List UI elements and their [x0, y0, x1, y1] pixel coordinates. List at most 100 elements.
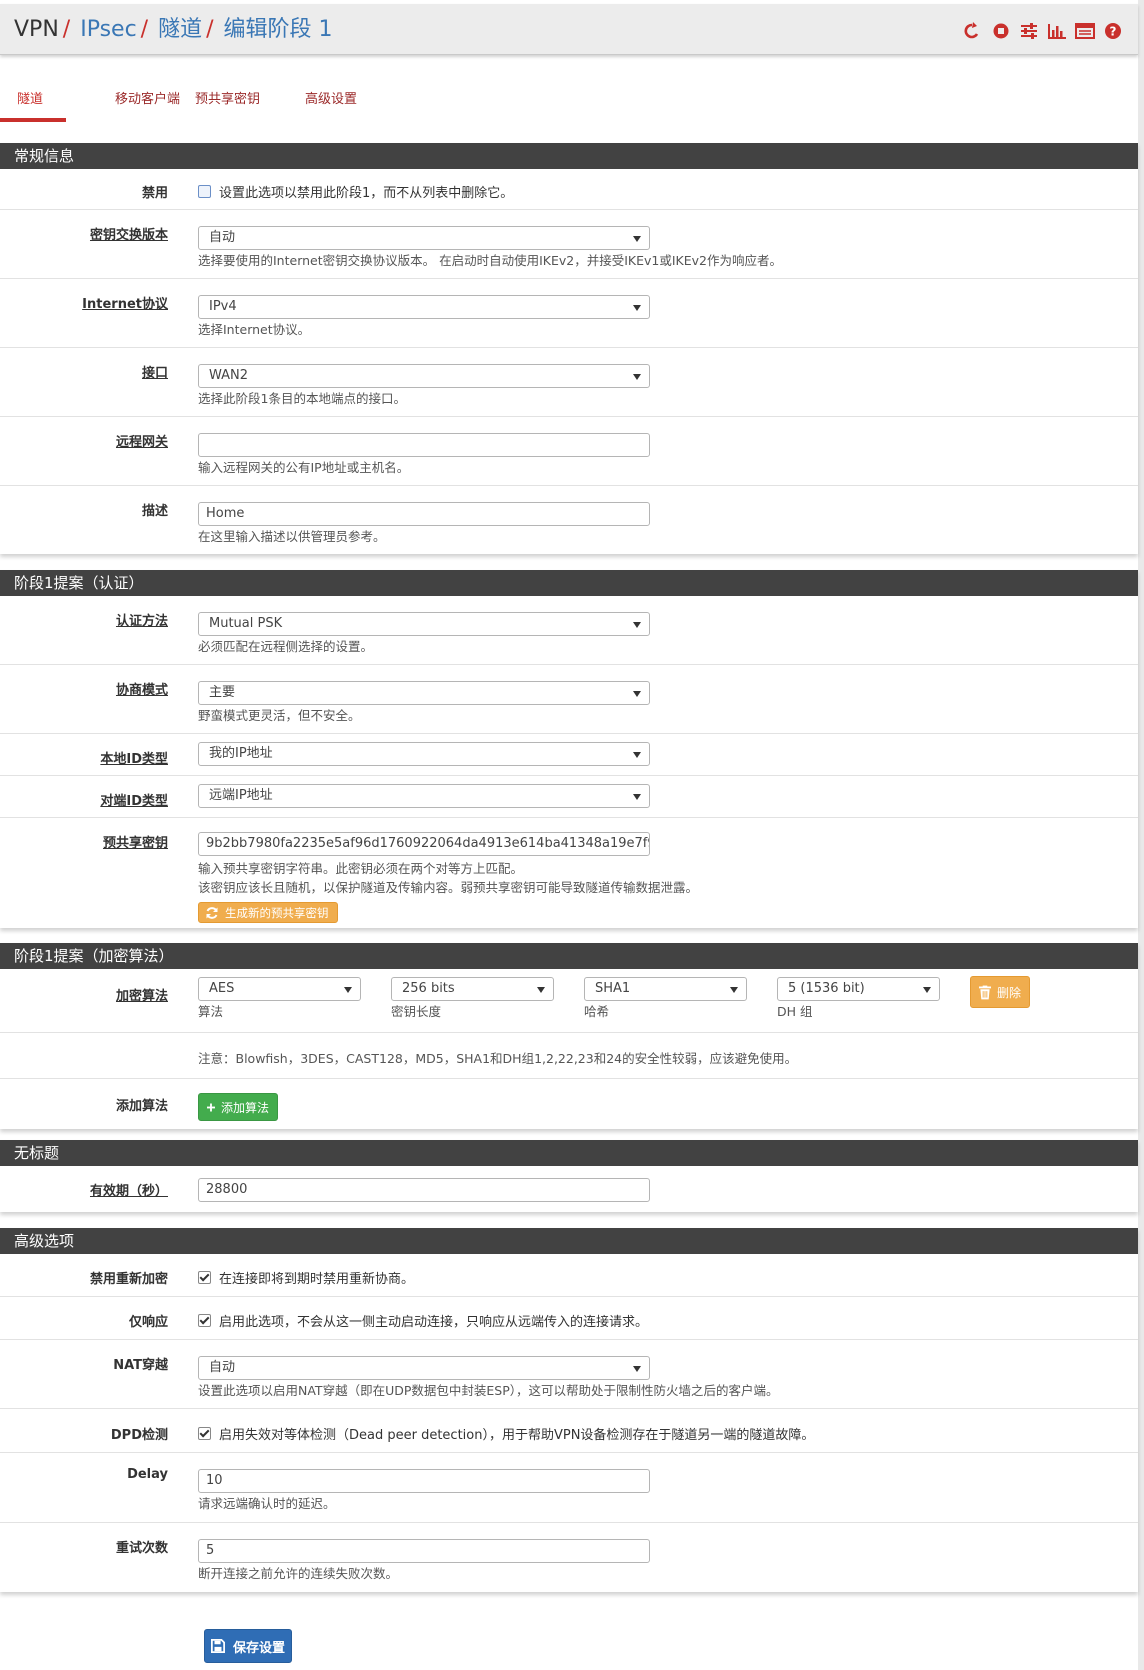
panel-general: 常规信息 禁用 设置此选项以禁用此阶段1，而不从列表中删除它。 密钥交换版本 自… — [0, 143, 1138, 554]
key-exchange-select[interactable]: 自动 — [198, 226, 650, 250]
row-retries: 重试次数 5 断开连接之前允许的连续失败次数。 — [0, 1523, 1138, 1592]
row-protocol: Internet协议 IPv4 选择Internet协议。 — [0, 279, 1138, 348]
interface-select[interactable]: WAN2 — [198, 364, 650, 388]
field-label: DPD检测 — [110, 1428, 168, 1443]
generate-psk-label: 生成新的预共享密钥 — [225, 905, 329, 920]
nat-traversal-select[interactable]: 自动 — [198, 1356, 650, 1380]
panel-title: 常规信息 — [0, 143, 1138, 169]
help-text: 断开连接之前允许的连续失败次数。 — [198, 1566, 399, 1581]
field-label: 加密算法 — [115, 989, 168, 1004]
remote-gateway-input[interactable] — [198, 433, 650, 457]
retries-input[interactable]: 5 — [198, 1539, 650, 1563]
help-text: 设置此选项以启用NAT穿越（即在UDP数据包中封装ESP），这可以帮助处于限制性… — [198, 1383, 779, 1398]
help-text: 请求远端确认时的延迟。 — [198, 1496, 336, 1511]
tab-tunnels[interactable]: 隧道 — [17, 88, 43, 107]
breadcrumb-ipsec[interactable]: IPsec — [80, 17, 136, 42]
auth-method-select[interactable]: Mutual PSK — [198, 612, 650, 636]
lifetime-input[interactable]: 28800 — [198, 1178, 650, 1202]
bar-chart-icon[interactable] — [1046, 21, 1068, 41]
help-text: 选择Internet协议。 — [198, 322, 311, 337]
breadcrumb-edit-phase1[interactable]: 编辑阶段 1 — [224, 17, 333, 42]
generate-psk-button[interactable]: 生成新的预共享密钥 — [198, 902, 338, 923]
field-label: Delay — [127, 1467, 168, 1482]
dh-group-select[interactable]: 5 (1536 bit) — [777, 977, 940, 1001]
tab-advanced-settings[interactable]: 高级设置 — [305, 88, 357, 107]
help-text: 选择此阶段1条目的本地端点的接口。 — [198, 391, 406, 406]
breadcrumb-separator: / — [140, 17, 149, 42]
log-icon[interactable] — [1074, 21, 1096, 41]
add-algorithm-button[interactable]: 添加算法 — [198, 1093, 278, 1121]
my-id-select[interactable]: 我的IP地址 — [198, 742, 650, 766]
field-label: 协商模式 — [115, 683, 168, 698]
rekey-checkbox[interactable] — [198, 1271, 211, 1284]
breadcrumb-tunnels[interactable]: 隧道 — [158, 17, 202, 42]
help-text: 在这里输入描述以供管理员参考。 — [198, 529, 386, 544]
checkbox-label: 设置此选项以禁用此阶段1，而不从列表中删除它。 — [219, 186, 514, 201]
field-label: 描述 — [141, 504, 168, 519]
row-nat-traversal: NAT穿越 自动 设置此选项以启用NAT穿越（即在UDP数据包中封装ESP），这… — [0, 1340, 1138, 1409]
help-text: 输入远程网关的公有IP地址或主机名。 — [198, 460, 410, 475]
stop-icon[interactable] — [990, 21, 1012, 41]
panel-untitled: 无标题 有效期（秒） 28800 — [0, 1140, 1138, 1212]
field-label: 对端ID类型 — [100, 794, 168, 809]
delete-algorithm-button[interactable]: 删除 — [970, 976, 1030, 1008]
breadcrumb-separator: / — [62, 17, 71, 42]
rekey-checkbox-row: 在连接即将到期时禁用重新协商。 — [198, 1268, 414, 1287]
row-responder-only: 仅响应 启用此选项，不会从这一侧主动启动连接，只响应从远端传入的连接请求。 — [0, 1297, 1138, 1340]
sliders-icon[interactable] — [1018, 21, 1040, 41]
algorithm-select[interactable]: AES — [198, 977, 361, 1001]
psk-input[interactable]: 9b2bb7980fa2235e5af96d1760922064da4913e6… — [198, 832, 650, 856]
panel-title: 阶段1提案（认证） — [0, 570, 1138, 596]
help-text: 该密钥应该长且随机，以保护隧道及传输内容。弱预共享密钥可能导致隧道传输数据泄露。 — [198, 880, 699, 895]
dh-group-caption: DH 组 — [777, 1004, 813, 1019]
hash-caption: 哈希 — [584, 1004, 610, 1019]
negotiation-mode-select[interactable]: 主要 — [198, 681, 650, 705]
hash-select[interactable]: SHA1 — [584, 977, 747, 1001]
dpd-checkbox[interactable] — [198, 1427, 211, 1440]
tab-pre-shared-keys[interactable]: 预共享密钥 — [195, 88, 260, 107]
protocol-select[interactable]: IPv4 — [198, 295, 650, 319]
row-encryption-note: 注意：Blowfish，3DES，CAST128，MD5，SHA1和DH组1,2… — [0, 1033, 1138, 1079]
header-icons: ? — [962, 21, 1124, 41]
delete-label: 删除 — [996, 985, 1021, 1000]
field-label: 认证方法 — [115, 614, 168, 629]
row-disable-rekey: 禁用重新加密 在连接即将到期时禁用重新协商。 — [0, 1254, 1138, 1297]
field-label: 重试次数 — [115, 1541, 168, 1556]
field-label: 有效期（秒） — [89, 1184, 168, 1199]
breadcrumb-separator: / — [206, 17, 214, 42]
page: VPN / IPsec / 隧道 / 编辑阶段 1 ? 隧道 移动客户端 预共享… — [0, 0, 1138, 1670]
key-length-select[interactable]: 256 bits — [391, 977, 554, 1001]
add-algorithm-label: 添加算法 — [220, 1100, 269, 1115]
field-label: 远程网关 — [115, 435, 168, 450]
help-text: 野蛮模式更灵活，但不安全。 — [198, 708, 361, 723]
row-psk: 预共享密钥 9b2bb7980fa2235e5af96d1760922064da… — [0, 818, 1138, 928]
field-label: 禁用重新加密 — [89, 1272, 168, 1287]
floppy-disk-icon — [211, 1639, 225, 1653]
row-description: 描述 Home 在这里输入描述以供管理员参考。 — [0, 486, 1138, 554]
panel-phase1-encryption: 阶段1提案（加密算法） 加密算法 AES 算法 256 bits 密钥长度 SH… — [0, 943, 1138, 1129]
save-label: 保存设置 — [232, 1640, 285, 1656]
dpd-checkbox-row: 启用失效对等体检测（Dead peer detection），用于帮助VPN设备… — [198, 1424, 814, 1443]
help-icon[interactable]: ? — [1102, 21, 1124, 41]
breadcrumb-vpn[interactable]: VPN — [14, 17, 59, 42]
checkbox-label: 启用此选项，不会从这一侧主动启动连接，只响应从远端传入的连接请求。 — [219, 1315, 649, 1330]
save-button[interactable]: 保存设置 — [204, 1629, 292, 1663]
plus-icon — [207, 1103, 215, 1111]
delay-input[interactable]: 10 — [198, 1469, 650, 1493]
tab-bar: 隧道 移动客户端 预共享密钥 高级设置 — [0, 74, 1138, 122]
description-input[interactable]: Home — [198, 502, 650, 526]
field-label: 预共享密钥 — [102, 836, 168, 851]
row-remote-gateway: 远程网关 输入远程网关的公有IP地址或主机名。 — [0, 417, 1138, 486]
peer-id-select[interactable]: 远端IP地址 — [198, 784, 650, 808]
row-lifetime: 有效期（秒） 28800 — [0, 1166, 1138, 1212]
row-encryption-algorithm: 加密算法 AES 算法 256 bits 密钥长度 SHA1 哈希 5 (153… — [0, 969, 1138, 1033]
panel-title: 阶段1提案（加密算法） — [0, 943, 1138, 969]
breadcrumb: VPN / IPsec / 隧道 / 编辑阶段 1 — [14, 16, 333, 44]
field-label: Internet协议 — [82, 297, 168, 312]
field-label: 仅响应 — [128, 1315, 168, 1330]
restart-icon[interactable] — [962, 21, 984, 41]
responder-checkbox[interactable] — [198, 1314, 211, 1327]
disabled-checkbox[interactable] — [198, 185, 211, 198]
panel-title: 高级选项 — [0, 1228, 1138, 1254]
tab-mobile-clients[interactable]: 移动客户端 — [115, 88, 180, 107]
